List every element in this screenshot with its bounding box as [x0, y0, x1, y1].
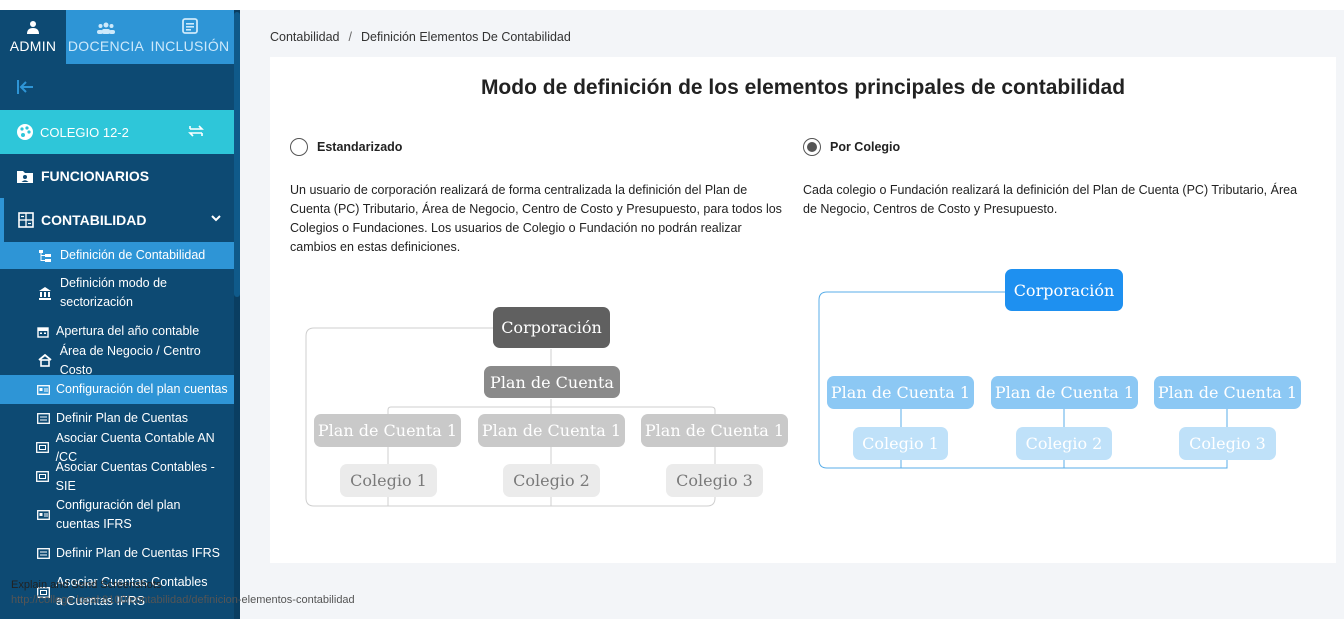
sidebar-item-sectorizacion[interactable]: Definición modo de sectorización: [0, 269, 234, 317]
link-box-icon: [36, 442, 50, 453]
diagram-std-plan: Plan de Cuenta: [484, 366, 620, 398]
card-icon: [36, 510, 50, 520]
sidebar-item-definicion-contabilidad[interactable]: Definición de Contabilidad: [0, 242, 234, 269]
sidebar-item-asociar-ifrs[interactable]: Asociar Cuentas Contables a Cuentas IFRS: [0, 568, 234, 616]
tab-admin[interactable]: ADMIN: [0, 10, 66, 64]
diagram-col-school-1: Colegio 1: [853, 427, 948, 460]
diagram-std-school-3: Colegio 3: [666, 464, 763, 497]
colegio-label: COLEGIO 12-2: [40, 124, 129, 140]
sidebar: ADMIN DOCENCIA INCLUSIÓN COLEGIO 12-2 FU…: [0, 10, 234, 619]
diagram-col-school-3: Colegio 3: [1179, 427, 1276, 460]
diagram-std-school-2: Colegio 2: [503, 464, 600, 497]
main-card: Modo de definición de los elementos prin…: [270, 57, 1336, 563]
diagram-col-plan-1: Plan de Cuenta 1: [827, 376, 974, 409]
list-icon: [36, 548, 50, 559]
breadcrumb: Contabilidad / Definición Elementos De Con…: [270, 30, 571, 44]
tab-docencia[interactable]: DOCENCIA: [66, 10, 146, 64]
breadcrumb-root[interactable]: Contabilidad: [270, 30, 340, 44]
top-bar: [0, 0, 1344, 10]
home-icon: [36, 354, 54, 367]
sidebar-item-label: Definir Plan de Cuentas IFRS: [56, 546, 220, 560]
diagram-std-root: Corporación: [493, 307, 610, 348]
sidebar-item-label: Definición modo de sectorización: [60, 276, 168, 309]
bank-icon: [36, 286, 54, 300]
status-url: http://college.local:8100/contabilidad/d…: [11, 594, 355, 606]
menu-funcionarios[interactable]: FUNCIONARIOS: [0, 154, 234, 198]
admin-user-icon: [27, 21, 39, 34]
breadcrumb-separator: /: [348, 30, 352, 44]
folder-user-icon: [17, 170, 33, 183]
diagram-std-plan-3: Plan de Cuenta 1: [641, 414, 788, 447]
palette-icon: [17, 124, 33, 140]
tab-docencia-label: DOCENCIA: [67, 38, 145, 54]
menu-funcionarios-label: FUNCIONARIOS: [41, 168, 150, 184]
diagram-col-plan-3: Plan de Cuenta 1: [1154, 376, 1301, 409]
diagram-col-plan-2: Plan de Cuenta 1: [991, 376, 1138, 409]
sidebar-item-label: Apertura del año contable: [56, 324, 200, 338]
collapse-sidebar-button[interactable]: [0, 64, 234, 110]
diagram-col-school-2: Colegio 2: [1016, 427, 1112, 460]
diagram-std-plan-1: Plan de Cuenta 1: [314, 414, 461, 447]
sidebar-item-label: Área de Negocio / Centro Costo: [59, 343, 201, 377]
tab-admin-label: ADMIN: [9, 38, 57, 54]
diagram-std-school-1: Colegio 1: [340, 464, 437, 497]
status-tooltip: Explain and Send Screenshots: [11, 579, 162, 591]
chevron-down-icon: [211, 215, 221, 222]
swap-icon[interactable]: [188, 123, 204, 139]
tab-inclusion[interactable]: INCLUSIÓN: [146, 10, 234, 64]
card-icon: [36, 384, 50, 395]
arrow-left-icon: [17, 80, 33, 94]
breadcrumb-current: Definición Elementos De Contabilidad: [360, 30, 571, 44]
calculator-icon: [18, 212, 34, 228]
link-box-icon: [36, 471, 50, 482]
menu-contabilidad[interactable]: CONTABILIDAD: [0, 198, 234, 242]
tree-icon: [36, 249, 54, 263]
diagram-std-plan-2: Plan de Cuenta 1: [478, 414, 625, 447]
sidebar-scrollbar[interactable]: [234, 12, 240, 297]
sidebar-item-label: Configuración del plan cuentas IFRS: [56, 498, 181, 531]
sidebar-item-asociar-sie[interactable]: Asociar Cuentas Contables - SIE: [0, 460, 234, 493]
calendar-icon: [36, 326, 50, 338]
id-card-icon: [182, 18, 198, 34]
sidebar-item-config-plan-cuentas[interactable]: Configuración del plan cuentas: [0, 375, 234, 404]
list-icon: [36, 413, 50, 424]
diagram-col-root: Corporación: [1005, 269, 1123, 311]
sidebar-item-area-negocio[interactable]: Área de Negocio / Centro Costo: [0, 344, 234, 377]
sidebar-item-definir-ifrs[interactable]: Definir Plan de Cuentas IFRS: [0, 539, 234, 568]
menu-contabilidad-label: CONTABILIDAD: [41, 212, 147, 228]
sidebar-item-config-ifrs[interactable]: Configuración del plan cuentas IFRS: [0, 491, 234, 539]
tab-inclusion-label: INCLUSIÓN: [150, 38, 230, 54]
sidebar-item-label: Definición de Contabilidad: [60, 248, 206, 262]
group-icon: [97, 22, 115, 34]
sidebar-tabs: ADMIN DOCENCIA INCLUSIÓN: [0, 10, 234, 64]
sidebar-item-label: Asociar Cuentas Contables - SIE: [55, 459, 215, 493]
sidebar-item-label: Definir Plan de Cuentas: [56, 411, 189, 425]
colegio-selector[interactable]: COLEGIO 12-2: [0, 110, 234, 154]
sidebar-item-label: Configuración del plan cuentas: [56, 382, 228, 396]
